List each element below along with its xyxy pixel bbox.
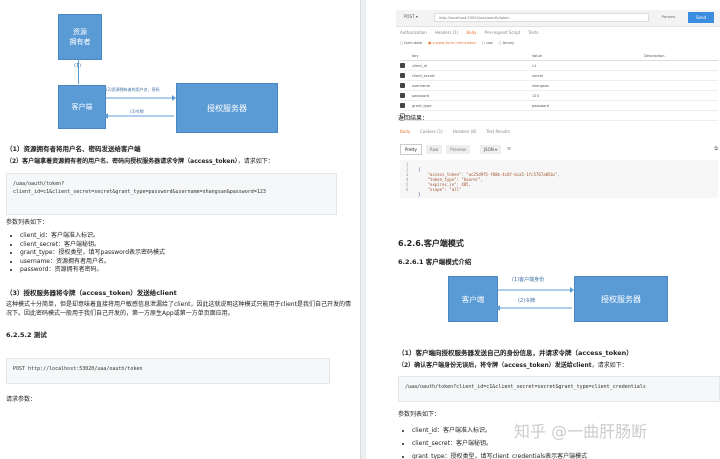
arrow1-label: (1)客户端身份 [512, 277, 545, 283]
table-row: password 123 [400, 91, 718, 101]
code-block-client-credentials: /uaa/oauth/token?client_id=c1&client_sec… [398, 376, 720, 402]
client-step2: （2）确认客户端身份无误后，将令牌（access_token）发送给client… [398, 361, 718, 370]
radio-form-data[interactable]: ○ form-data [400, 41, 422, 45]
tab-headers[interactable]: Headers (1) [435, 30, 459, 35]
row-checkbox[interactable] [400, 62, 405, 68]
view-preview[interactable]: Preview [446, 144, 470, 154]
tab-body[interactable]: Body [466, 30, 476, 35]
json-response: 123456 { "access_token": "ac25d9f5-f08b-… [400, 160, 718, 198]
client-step2-rest: ，请求如下： [591, 362, 628, 369]
list-item: password：资源拥有者密码。 [20, 266, 320, 275]
step1-label: (1) [74, 63, 82, 69]
right-document-page: POST ▾ http://localhost:53020/uaa/oauth/… [366, 0, 720, 459]
row-key[interactable]: client_id [412, 64, 532, 68]
zhihu-watermark: 知乎 @一曲肝肠断 [514, 422, 648, 441]
section-heading-626: 6.2.6.客户端模式 [398, 239, 464, 248]
format-select[interactable]: JSON ▾ [479, 144, 502, 154]
table-row: client_id c1 [400, 61, 718, 71]
response-view-toolbar: Pretty Raw Preview JSON ▾ ≡ ⧉ [400, 142, 718, 156]
view-pretty[interactable]: Pretty [400, 143, 422, 155]
params-title: 参数列表如下： [398, 411, 441, 418]
arrow2-label: (2)令牌 [518, 298, 536, 304]
diagram-arrows [104, 95, 176, 119]
send-button[interactable]: Send [688, 12, 714, 23]
url-input[interactable]: http://localhost:53020/uaa/oauth/token [434, 13, 649, 22]
col-value: Value [532, 53, 542, 58]
row-checkbox[interactable] [400, 92, 405, 98]
method-select[interactable]: POST ▾ [404, 14, 418, 19]
list-item: client_secret：客户端秘钥。 [20, 241, 320, 250]
code-block-password: /uaa/oauth/token? client_id=c1&client_se… [6, 173, 337, 215]
chevron-down-icon: ▾ [415, 14, 418, 19]
tab-resp-test-results[interactable]: Test Results [486, 129, 510, 134]
row-value[interactable]: c1 [532, 64, 644, 68]
table-row-empty [400, 111, 718, 121]
row-key[interactable]: client_secret [412, 74, 532, 78]
body-type-options: ○ form-data ● x-www-form-urlencoded ○ ra… [400, 41, 514, 45]
request-params-label: 请求参数： [6, 396, 37, 403]
view-raw[interactable]: Raw [425, 144, 443, 154]
arrow2-label: (2)资源拥有者的用户名、密码 [106, 87, 160, 92]
tab-resp-headers[interactable]: Headers (8) [453, 129, 477, 134]
client-step2-bold: （2）确认客户端身份无误后，将令牌（access_token）发送给client [398, 362, 592, 369]
row-checkbox[interactable] [400, 82, 405, 88]
tab-authorization[interactable]: Authorization [400, 30, 427, 35]
response-tabs: Body Cookies (1) Headers (8) Test Result… [400, 129, 510, 134]
tab-resp-cookies[interactable]: Cookies (1) [420, 129, 443, 134]
table-header: Key Value Description [400, 51, 718, 61]
list-item: grant_type：授权类型，填写password表示密码模式 [20, 249, 320, 258]
auth-server-box: 授权服务器 [574, 276, 668, 322]
step2-bold: （2）客户端拿着资源拥有者的用户名、密码向授权服务器请求令牌（access_to… [6, 158, 238, 165]
col-description: Description [644, 53, 665, 58]
list-item: grant_type：授权类型，填写client_credentials表示客户… [412, 450, 712, 459]
params-list: client_id：客户端准入标识。 client_secret：客户端秘钥。 … [6, 232, 320, 275]
arrow3-label: (3)令牌 [130, 109, 144, 114]
row-value[interactable]: 123 [532, 94, 644, 98]
code-block-post: POST http://localhost:53020/uaa/oauth/to… [6, 358, 330, 384]
radio-urlencoded[interactable]: ● x-www-form-urlencoded [428, 41, 476, 45]
params-table: Key Value Description client_id c1 clien… [400, 51, 718, 121]
row-value[interactable]: secret [532, 74, 644, 78]
step2-rest: ，请求如下： [237, 158, 274, 165]
auth-server-box: 授权服务器 [176, 83, 278, 133]
tab-pre-request-script[interactable]: Pre-request Script [485, 30, 521, 35]
col-key: Key [412, 53, 419, 58]
json-line: "scope": "all" [418, 187, 462, 192]
radio-raw[interactable]: ○ raw [482, 41, 493, 45]
table-row: username zhangsan [400, 81, 718, 91]
step3-heading: （3）授权服务器将令牌（access_token）发送给client [6, 289, 177, 297]
params-title: 参数列表如下： [6, 219, 49, 226]
client-box: 客户端 [448, 276, 498, 322]
table-row: client_secret secret [400, 71, 718, 81]
section-title: 6.2.5.2 测试 [6, 331, 47, 339]
left-document-page: 资源 拥有者 (1) 客户端 授权服务器 (2)资源拥有者的用户名、密码 (3)… [0, 0, 361, 459]
client-step1: （1）客户端向授权服务器发送自己的身份信息，并请求令牌（access_token… [398, 349, 633, 357]
params-button[interactable]: Params [662, 15, 675, 19]
copy-icon[interactable]: ⧉ [714, 146, 718, 152]
row-key[interactable]: username [412, 84, 532, 88]
result-label: 返回结果： [398, 115, 429, 122]
tab-tests[interactable]: Tests [528, 30, 538, 35]
arrow-down [78, 58, 79, 84]
request-tabs: Authorization Headers (1) Body Pre-reque… [400, 30, 538, 35]
postman-request-bar: POST ▾ http://localhost:53020/uaa/oauth/… [396, 10, 720, 27]
resource-owner-box: 资源 拥有者 [58, 14, 102, 60]
row-value[interactable]: password [532, 104, 644, 108]
radio-binary[interactable]: ○ binary [499, 41, 515, 45]
section-heading-6261: 6.2.6.1 客户端模式介绍 [398, 258, 472, 266]
step1-heading: （1）资源拥有者将用户名、密码发送给客户端 [6, 145, 141, 153]
row-checkbox[interactable] [400, 102, 405, 108]
row-value[interactable]: zhangsan [532, 84, 644, 88]
explanation-paragraph: 这种模式十分简单，但是却意味着直接将用户敏感信息泄漏给了client，因此这就说… [6, 301, 351, 317]
wrap-icon[interactable]: ≡ [507, 146, 511, 152]
row-key[interactable]: grant_type [412, 104, 532, 108]
table-row: grant_type password [400, 101, 718, 111]
tab-resp-body[interactable]: Body [400, 129, 410, 134]
client-box: 客户端 [58, 85, 106, 129]
json-line: } [418, 192, 421, 197]
row-key[interactable]: password [412, 94, 532, 98]
list-item: client_id：客户端准入标识。 [20, 232, 320, 241]
step2-heading: （2）客户端拿着资源拥有者的用户名、密码向授权服务器请求令牌（access_to… [6, 157, 356, 166]
row-checkbox[interactable] [400, 72, 405, 78]
